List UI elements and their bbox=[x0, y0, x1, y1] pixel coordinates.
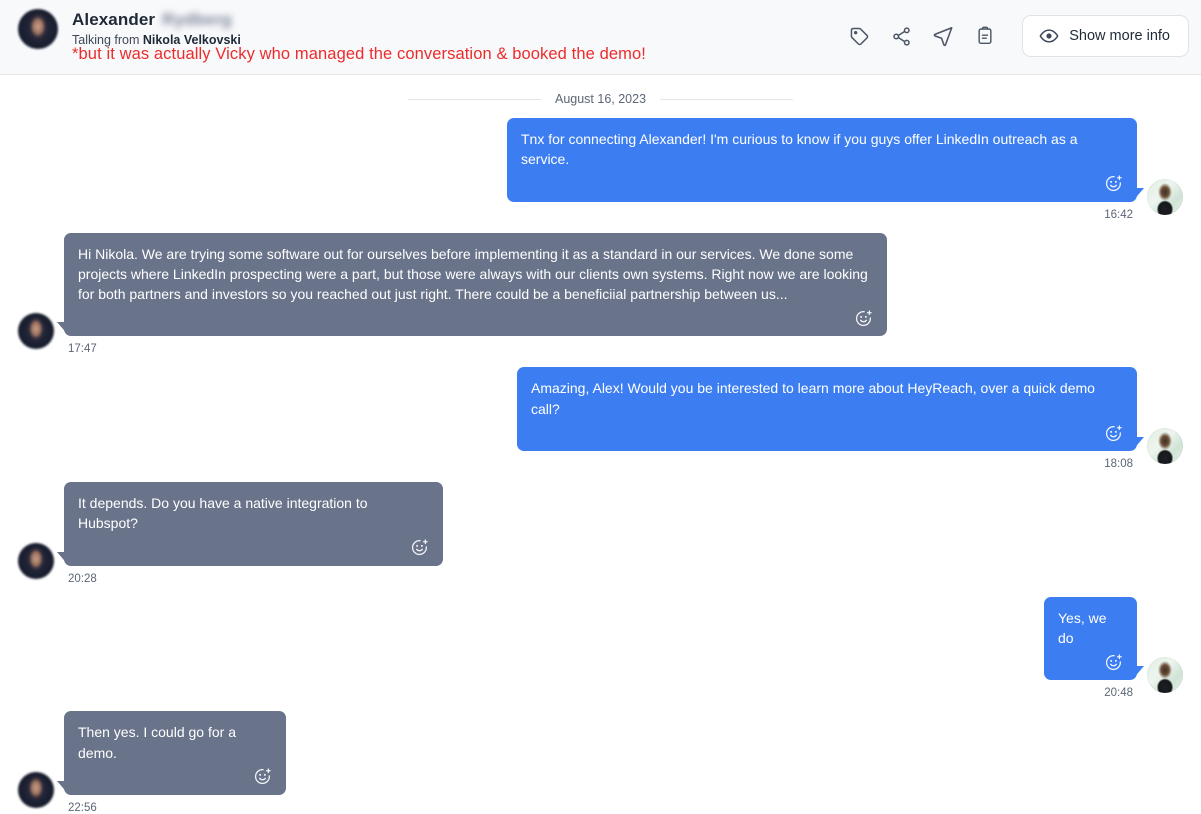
avatar-contact bbox=[18, 771, 54, 808]
add-reaction-icon[interactable] bbox=[1104, 653, 1123, 672]
contact-name: Alexander bbox=[72, 10, 156, 29]
tag-icon[interactable] bbox=[846, 23, 872, 49]
reaction-row bbox=[78, 308, 873, 328]
reaction-row bbox=[78, 767, 272, 787]
message-bubble-incoming[interactable]: It depends. Do you have a native integra… bbox=[57, 482, 443, 566]
avatar-sender bbox=[1147, 657, 1183, 694]
message-block: Tnx for connecting Alexander! I'm curiou… bbox=[507, 118, 1144, 221]
message-timestamp: 18:08 bbox=[1104, 458, 1133, 471]
message-block: Yes, we do 20:48 bbox=[1044, 596, 1144, 700]
reaction-row bbox=[531, 423, 1123, 443]
message-bubble-outgoing[interactable]: Amazing, Alex! Would you be interested t… bbox=[517, 367, 1144, 452]
reaction-row bbox=[78, 538, 429, 558]
message-text: Yes, we do bbox=[1058, 609, 1107, 646]
message-timestamp: 22:56 bbox=[68, 801, 97, 814]
divider-line-left bbox=[408, 98, 541, 100]
header-text-block: Alexander Rydberg Talking from Nikola Ve… bbox=[72, 9, 846, 47]
message-text: Then yes. I could go for a demo. bbox=[78, 724, 236, 761]
date-divider: August 16, 2023 bbox=[18, 92, 1183, 106]
message-row: It depends. Do you have a native integra… bbox=[18, 482, 1183, 585]
message-block: Then yes. I could go for a demo. 22:56 bbox=[57, 711, 286, 814]
divider-line-right bbox=[660, 98, 794, 100]
message-block: Hi Nikola. We are trying some software o… bbox=[57, 232, 887, 356]
header-annotation: *but it was actually Vicky who managed t… bbox=[72, 45, 646, 63]
message-row: Hi Nikola. We are trying some software o… bbox=[18, 232, 1183, 356]
message-text: It depends. Do you have a native integra… bbox=[78, 495, 368, 532]
avatar-sender bbox=[1147, 178, 1183, 215]
show-more-info-button[interactable]: Show more info bbox=[1022, 15, 1189, 57]
message-text: Amazing, Alex! Would you be interested t… bbox=[531, 380, 1095, 417]
message-block: Amazing, Alex! Would you be interested t… bbox=[517, 367, 1144, 471]
date-divider-label: August 16, 2023 bbox=[554, 92, 647, 106]
message-row: Yes, we do 20:48 bbox=[18, 596, 1183, 700]
clipboard-icon[interactable] bbox=[972, 23, 998, 49]
message-timestamp: 17:47 bbox=[68, 343, 97, 356]
avatar-sender bbox=[1147, 428, 1183, 465]
message-bubble-incoming[interactable]: Hi Nikola. We are trying some software o… bbox=[57, 232, 887, 337]
add-reaction-icon[interactable] bbox=[253, 767, 272, 786]
message-bubble-outgoing[interactable]: Yes, we do bbox=[1044, 596, 1144, 681]
avatar-contact bbox=[18, 313, 54, 350]
reaction-row bbox=[521, 174, 1123, 194]
message-text: Tnx for connecting Alexander! I'm curiou… bbox=[521, 131, 1078, 168]
message-timestamp: 20:48 bbox=[1104, 687, 1133, 700]
message-row: Then yes. I could go for a demo. 22:56 bbox=[18, 711, 1183, 814]
message-text: Hi Nikola. We are trying some software o… bbox=[78, 245, 868, 303]
share-icon[interactable] bbox=[888, 23, 914, 49]
message-thread: August 16, 2023 Tnx for connecting Alexa… bbox=[0, 92, 1201, 814]
avatar-contact bbox=[18, 542, 54, 579]
add-reaction-icon[interactable] bbox=[410, 538, 429, 557]
message-bubble-outgoing[interactable]: Tnx for connecting Alexander! I'm curiou… bbox=[507, 118, 1144, 202]
reaction-row bbox=[1058, 652, 1123, 672]
header-actions: Show more info bbox=[846, 15, 1189, 57]
eye-icon bbox=[1039, 26, 1059, 46]
message-row: Amazing, Alex! Would you be interested t… bbox=[18, 367, 1183, 470]
send-icon[interactable] bbox=[930, 23, 956, 49]
show-more-info-label: Show more info bbox=[1069, 28, 1170, 44]
message-timestamp: 20:28 bbox=[68, 572, 97, 585]
contact-name-row: Alexander Rydberg bbox=[72, 10, 846, 30]
add-reaction-icon[interactable] bbox=[1104, 174, 1123, 193]
message-bubble-incoming[interactable]: Then yes. I could go for a demo. bbox=[57, 711, 286, 795]
add-reaction-icon[interactable] bbox=[854, 309, 873, 328]
message-timestamp: 16:42 bbox=[1104, 208, 1133, 221]
avatar-contact bbox=[18, 9, 58, 49]
messages-container: Tnx for connecting Alexander! I'm curiou… bbox=[18, 118, 1183, 814]
message-row: Tnx for connecting Alexander! I'm curiou… bbox=[18, 118, 1183, 221]
message-block: It depends. Do you have a native integra… bbox=[57, 482, 443, 585]
add-reaction-icon[interactable] bbox=[1104, 424, 1123, 443]
contact-surname-redacted: Rydberg bbox=[162, 10, 232, 29]
